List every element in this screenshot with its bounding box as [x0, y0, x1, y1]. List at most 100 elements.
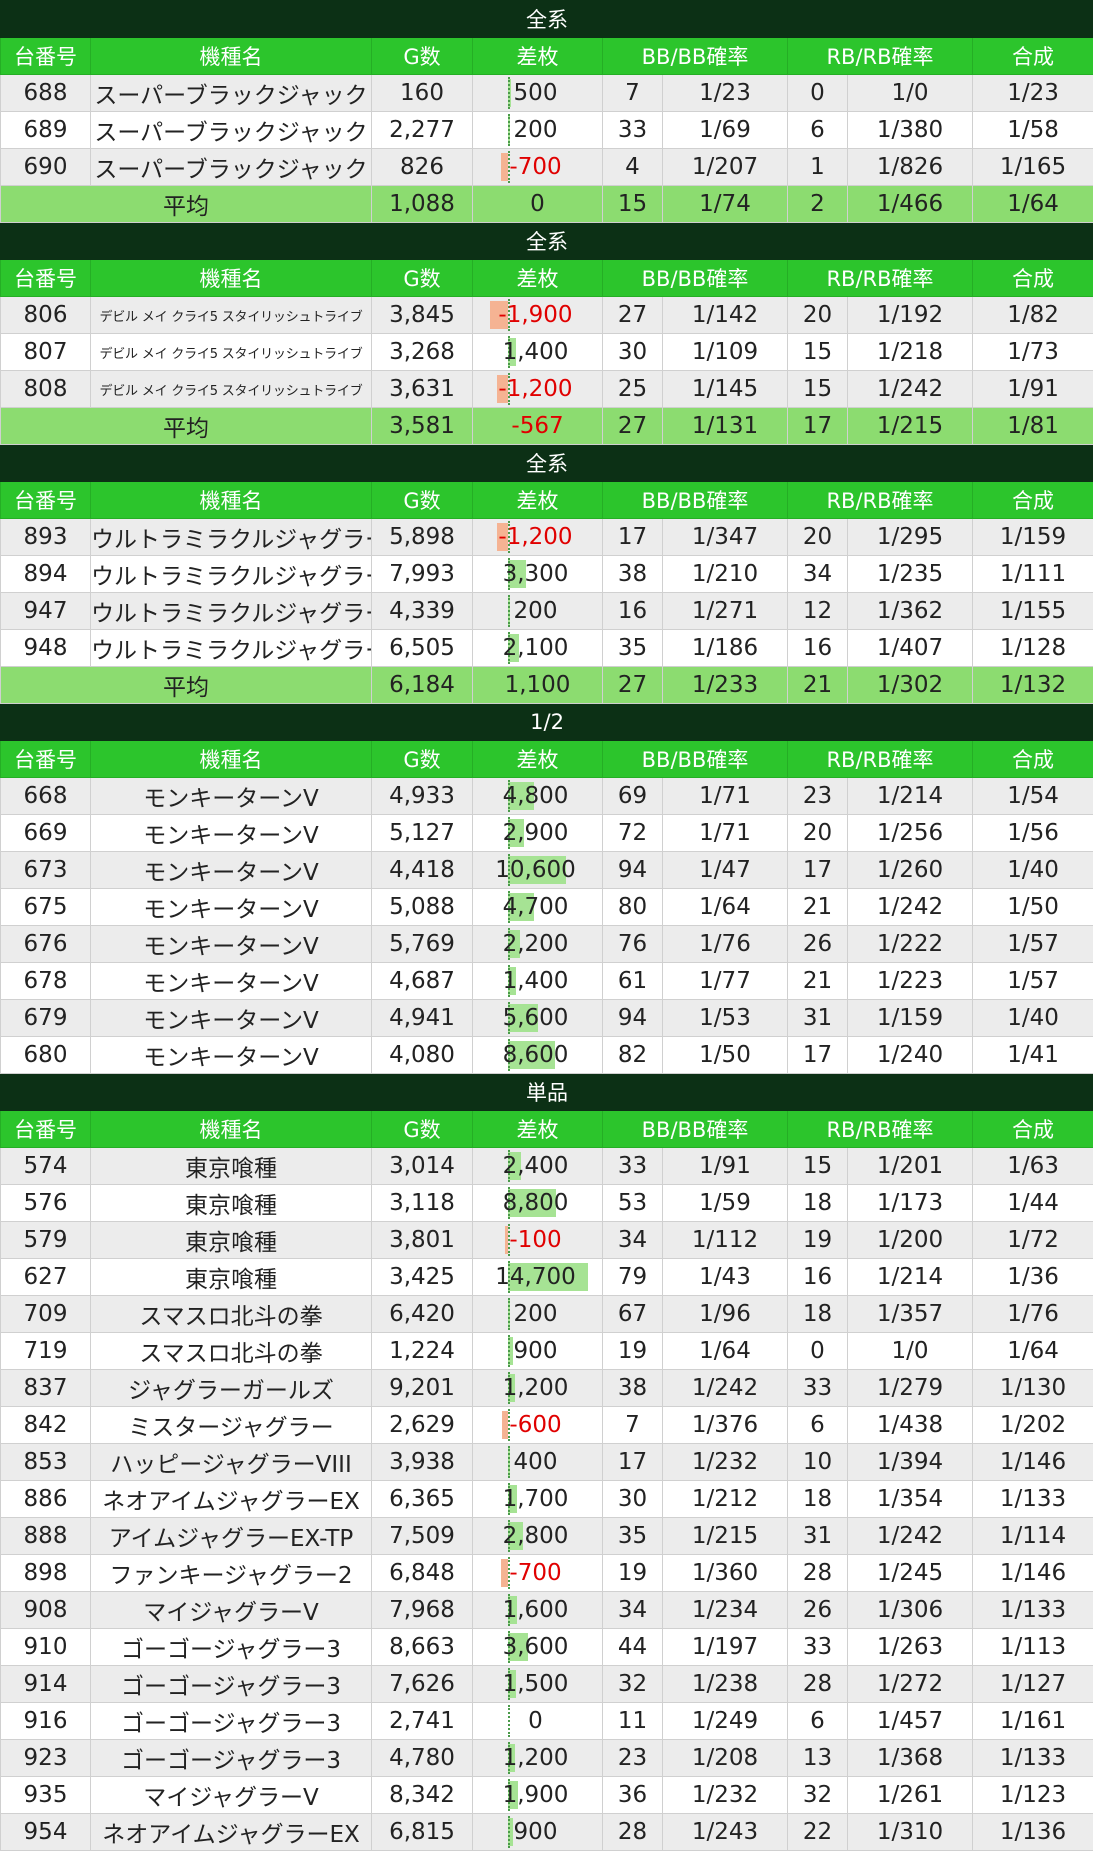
unit-number: 680: [0, 1036, 91, 1074]
rb-probability: 1/0: [847, 74, 973, 112]
unit-number: 954: [0, 1813, 91, 1851]
header-games: G数: [371, 1110, 473, 1148]
diff-value: 10,600: [495, 857, 576, 883]
model-name: モンキーターンV: [90, 962, 372, 1000]
diff-cell: 1,400: [472, 962, 603, 1000]
unit-number: 898: [0, 1554, 91, 1592]
rb-probability: 1/438: [847, 1406, 973, 1444]
table-row: 954 ネオアイムジャグラーEX 6,815 900 28 1/243 22 1/310 1/1…: [0, 1813, 1093, 1851]
bb-probability: 1/43: [662, 1258, 788, 1296]
model-name: ウルトラミラクルジャグラー: [90, 629, 372, 667]
bb-probability: 1/376: [662, 1406, 788, 1444]
rb-probability: 1/256: [847, 814, 973, 852]
header-rb: RB/RB確率: [787, 259, 973, 297]
rb-probability: 1/235: [847, 555, 973, 593]
combined-probability: 1/133: [971, 1480, 1093, 1518]
bb-probability: 1/243: [662, 1813, 788, 1851]
average-label: 平均: [0, 185, 372, 223]
rb-count: 26: [787, 925, 848, 963]
average-label: 平均: [0, 407, 372, 445]
unit-number: 948: [0, 629, 91, 667]
table-row: 719 スマスロ北斗の拳 1,224 900 19 1/64 0 1/0 1/64: [0, 1332, 1093, 1370]
unit-number: 886: [0, 1480, 91, 1518]
unit-number: 675: [0, 888, 91, 926]
model-name: デビル メイ クライ5 スタイリッシュトライブ: [90, 296, 372, 334]
unit-number: 678: [0, 962, 91, 1000]
bb-probability: 1/207: [662, 148, 788, 186]
bb-count: 30: [602, 1480, 663, 1518]
model-name: スーパーブラックジャック: [90, 74, 372, 112]
rb-probability: 1/214: [847, 777, 973, 815]
combined-probability: 1/50: [971, 888, 1093, 926]
header-unit: 台番号: [0, 1110, 91, 1148]
game-count: 1,224: [371, 1332, 473, 1370]
diff-value: 1,600: [502, 1597, 569, 1623]
rb-count: 18: [787, 1480, 848, 1518]
rb-count: 22: [787, 1813, 848, 1851]
diff-bar-negative: [501, 1559, 508, 1587]
rb-probability: 1/223: [847, 962, 973, 1000]
header-rb: RB/RB確率: [787, 740, 973, 778]
diff-value: 4,800: [502, 783, 569, 809]
bb-probability: 1/347: [662, 518, 788, 556]
combined-probability: 1/57: [971, 962, 1093, 1000]
diff-zero-line: [508, 1298, 510, 1330]
game-count: 4,941: [371, 999, 473, 1037]
rb-count: 33: [787, 1369, 848, 1407]
header-games: G数: [371, 740, 473, 778]
game-count: 3,938: [371, 1443, 473, 1481]
table-row: 898 ファンキージャグラー2 6,848 -700 19 1/360 28 1/245 1/1…: [0, 1554, 1093, 1592]
rb-count: 31: [787, 999, 848, 1037]
game-count: 7,626: [371, 1665, 473, 1703]
diff-value: 200: [513, 117, 558, 143]
combined-probability: 1/146: [971, 1443, 1093, 1481]
combined-probability: 1/64: [971, 1332, 1093, 1370]
bb-probability: 1/71: [662, 777, 788, 815]
rb-count: 28: [787, 1554, 848, 1592]
rb-count: 26: [787, 1591, 848, 1629]
diff-value: 900: [513, 1819, 558, 1845]
combined-probability: 1/146: [971, 1554, 1093, 1592]
avg-rb-count: 21: [787, 666, 848, 704]
rb-probability: 1/242: [847, 1517, 973, 1555]
bb-count: 4: [602, 148, 663, 186]
rb-count: 15: [787, 1147, 848, 1185]
bb-count: 34: [602, 1221, 663, 1259]
game-count: 6,848: [371, 1554, 473, 1592]
bb-count: 16: [602, 592, 663, 630]
rb-probability: 1/362: [847, 592, 973, 630]
bb-count: 44: [602, 1628, 663, 1666]
table-row: 837 ジャグラーガールズ 9,201 1,200 38 1/242 33 1/279 1/13…: [0, 1369, 1093, 1407]
unit-number: 910: [0, 1628, 91, 1666]
table-row: 675 モンキーターンV 5,088 4,700 80 1/64 21 1/242 1/50: [0, 888, 1093, 926]
combined-probability: 1/40: [971, 999, 1093, 1037]
rb-probability: 1/306: [847, 1591, 973, 1629]
header-rb: RB/RB確率: [787, 1110, 973, 1148]
diff-cell: 4,700: [472, 888, 603, 926]
model-name: モンキーターンV: [90, 1036, 372, 1074]
unit-number: 576: [0, 1184, 91, 1222]
combined-probability: 1/23: [971, 74, 1093, 112]
rb-probability: 1/354: [847, 1480, 973, 1518]
section-title: 1/2: [0, 703, 1093, 741]
rb-count: 6: [787, 111, 848, 149]
diff-cell: 1,600: [472, 1591, 603, 1629]
diff-value: -100: [509, 1227, 562, 1253]
unit-number: 668: [0, 777, 91, 815]
bb-probability: 1/208: [662, 1739, 788, 1777]
unit-number: 888: [0, 1517, 91, 1555]
bb-count: 35: [602, 1517, 663, 1555]
game-count: 8,342: [371, 1776, 473, 1814]
combined-probability: 1/136: [971, 1813, 1093, 1851]
bb-count: 19: [602, 1554, 663, 1592]
avg-combined-probability: 1/132: [971, 666, 1093, 704]
avg-rb-probability: 1/215: [847, 407, 973, 445]
header-games: G数: [371, 259, 473, 297]
section-title-row: 全系: [0, 444, 1093, 482]
combined-probability: 1/130: [971, 1369, 1093, 1407]
table-row: 680 モンキーターンV 4,080 8,600 82 1/50 17 1/240 1/41: [0, 1036, 1093, 1074]
model-name: ネオアイムジャグラーEX: [90, 1480, 372, 1518]
table-row: 688 スーパーブラックジャック 160 500 7 1/23 0 1/0 1/23: [0, 74, 1093, 112]
diff-value: 1,400: [502, 968, 569, 994]
table-row: 679 モンキーターンV 4,941 5,600 94 1/53 31 1/159 1/40: [0, 999, 1093, 1037]
